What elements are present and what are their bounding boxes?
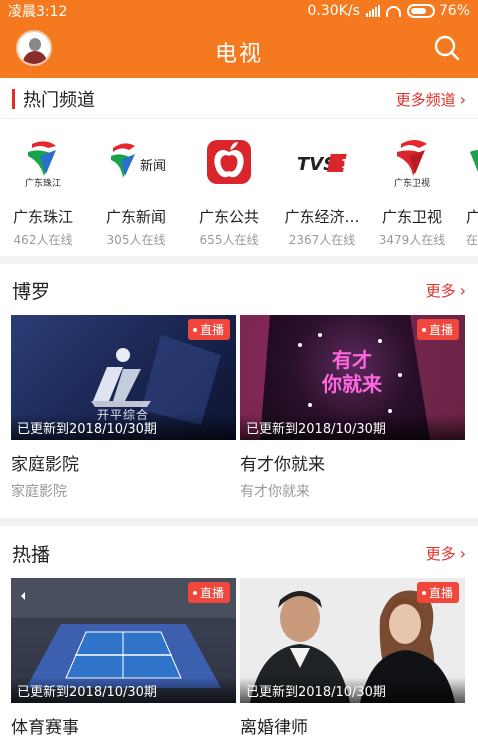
thumb-text-line1: 有才 [332,348,372,372]
page-title: 电视 [0,36,478,68]
more-channels-label: 更多频道 [396,89,456,110]
chevron-right-icon: › [460,281,466,300]
thumb-text-line2: 你就来 [321,372,383,396]
channel-name: 广 [466,206,478,227]
live-badge: 直播 [417,319,459,340]
live-dot-icon [193,591,197,595]
program-subtitle: 家庭影院 [11,481,236,501]
channel-item-partial[interactable]: 广 在 [466,120,478,248]
channel-viewers: 在 [466,231,478,248]
channel-viewers: 2367人在线 [272,231,372,248]
program-title: 有才你就来 [240,450,465,475]
section-gap [0,518,478,526]
chevron-right-icon: › [460,544,466,563]
search-icon[interactable] [433,34,461,62]
boluo-title: 博罗 [12,277,50,304]
live-badge: 直播 [188,582,230,603]
hot-play-section-header: 热播 更多› [0,539,478,567]
live-dot-icon [422,591,426,595]
channel-viewers: 655人在线 [179,231,279,248]
zhujiang-logo-text: 广东珠江 [25,177,61,189]
update-caption: 已更新到2018/10/30期 [240,677,465,703]
partial-logo-icon [466,134,478,190]
boluo-section-header: 博罗 更多› [0,276,478,304]
tvs-logo-icon: TVS 1 [289,134,355,190]
section-gap [0,256,478,264]
program-thumbnail: 直播 已更新到2018/10/30期 [11,578,236,703]
divider [0,118,478,119]
gd-news-logo-icon: 新闻 [103,134,169,190]
signal-icon [366,5,380,17]
update-caption: 已更新到2018/10/30期 [240,414,465,440]
gd-news-logo-text: 新闻 [140,158,166,174]
battery-percent: 76% [439,3,470,19]
channel-name: 广东新闻 [86,206,186,227]
apple-logo-icon [196,134,262,190]
program-thumbnail: 开平综合 直播 已更新到2018/10/30期 [11,315,236,440]
live-dot-icon [422,328,426,332]
program-thumbnail: 有才 你就来 直播 已更新到2018/10/30期 [240,315,465,440]
live-badge: 直播 [417,582,459,603]
live-dot-icon [193,328,197,332]
channel-name: 广东经济… [272,206,372,227]
program-title: 家庭影院 [11,450,236,475]
app-bar: 电视 [0,22,478,78]
program-thumbnail: 直播 已更新到2018/10/30期 [240,578,465,703]
battery-icon [407,4,435,18]
live-badge-label: 直播 [200,584,224,601]
live-badge-label: 直播 [429,584,453,601]
channel-list: 广东珠江 广东珠江 462人在线 新闻 广东新闻 305人在线 广东公共 [0,120,478,250]
hot-channels-title: 热门频道 [23,86,95,112]
live-badge-label: 直播 [429,321,453,338]
zhujiang-logo-icon: 广东珠江 [10,134,76,190]
chevron-right-icon: › [460,90,466,109]
boluo-more-button[interactable]: 更多› [426,280,466,301]
hot-channels-header: 热门频道 更多频道› [0,86,478,112]
channel-item-guangdong-zhujiang[interactable]: 广东珠江 广东珠江 462人在线 [0,120,93,248]
program-card-talent-show[interactable]: 有才 你就来 直播 已更新到2018/10/30期 有才你就来 有才你就来 [240,315,465,501]
program-card-family-cinema[interactable]: 开平综合 直播 已更新到2018/10/30期 家庭影院 家庭影院 [11,315,236,501]
channel-viewers: 462人在线 [0,231,93,248]
status-bar: 凌晨3:12 0.30K/s 76% [0,0,478,22]
wifi-icon [386,6,401,17]
channel-item-guangdong-satellite[interactable]: 广东卫视 广东卫视 3479人在线 [362,120,462,248]
gd-satellite-logo-text: 广东卫视 [394,177,430,189]
watermark: QQTF.COM [363,706,472,730]
channel-viewers: 3479人在线 [362,231,462,248]
channel-name: 广东珠江 [0,206,93,227]
battery-level [411,8,426,14]
status-time: 凌晨3:12 [8,1,67,21]
section-accent-bar [12,89,15,109]
update-caption: 已更新到2018/10/30期 [11,414,236,440]
program-title: 体育赛事 [11,713,236,738]
battery-indicator: 76% [407,3,470,19]
live-badge-label: 直播 [200,321,224,338]
hot-play-more-button[interactable]: 更多› [426,543,466,564]
hot-play-title: 热播 [12,540,50,567]
update-caption: 已更新到2018/10/30期 [11,677,236,703]
channel-name: 广东卫视 [362,206,462,227]
boluo-more-label: 更多 [426,280,456,301]
channel-viewers: 305人在线 [86,231,186,248]
more-channels-button[interactable]: 更多频道› [396,89,466,110]
gd-satellite-logo-icon: 广东卫视 [379,134,445,190]
network-speed: 0.30K/s [308,3,360,19]
live-badge: 直播 [188,319,230,340]
svg-text:1: 1 [341,157,349,171]
program-card-sports[interactable]: 直播 已更新到2018/10/30期 体育赛事 [11,578,236,738]
channel-item-guangdong-news[interactable]: 新闻 广东新闻 305人在线 [86,120,186,248]
channel-name: 广东公共 [179,206,279,227]
hot-play-more-label: 更多 [426,543,456,564]
program-subtitle: 有才你就来 [240,481,465,501]
channel-item-guangdong-economy[interactable]: TVS 1 广东经济… 2367人在线 [272,120,372,248]
channel-item-guangdong-public[interactable]: 广东公共 655人在线 [179,120,279,248]
